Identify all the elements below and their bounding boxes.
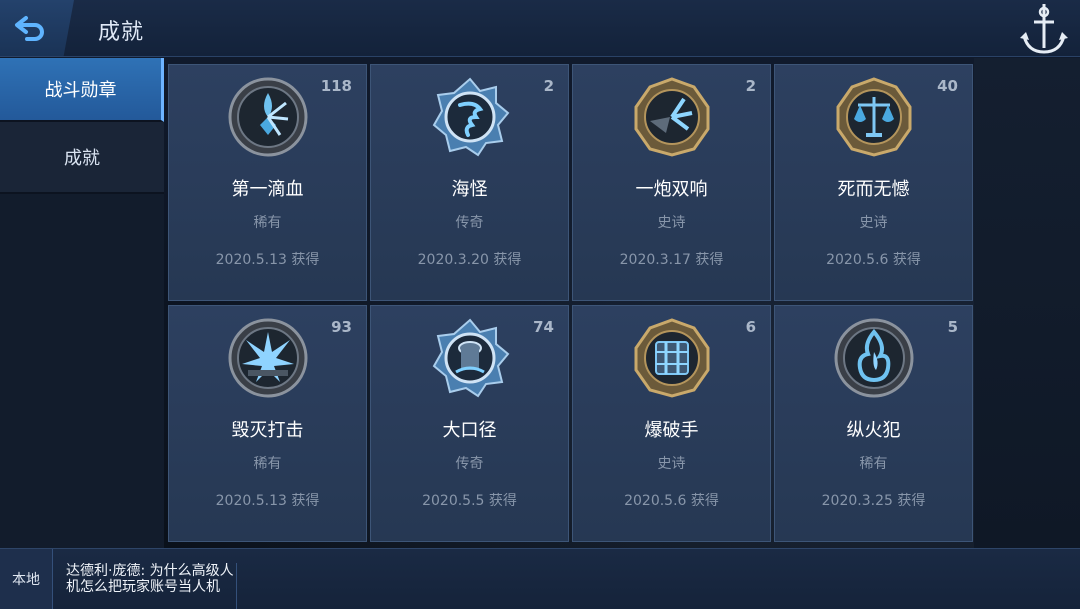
top-bar: 成就: [0, 0, 1080, 57]
medal-card[interactable]: 40 死而无憾 史诗 2020.5.6 获得: [774, 64, 973, 301]
medal-rarity: 史诗: [859, 215, 888, 231]
medal-card[interactable]: 74 大口径 传奇 2020.5.5 获得: [370, 305, 569, 542]
medal-card[interactable]: 2 海怪 传奇 2020.3.20 获得: [370, 64, 569, 301]
sea-monster-medal-icon: [432, 77, 509, 157]
medal-name: 纵火犯: [846, 420, 901, 441]
medal-count: 6: [745, 318, 756, 336]
medal-rarity: 稀有: [253, 456, 282, 472]
first-blood-medal-icon: [228, 77, 307, 157]
medal-rarity: 稀有: [859, 456, 888, 472]
sidebar-item-label: 战斗勋章: [44, 80, 117, 101]
medal-name: 一炮双响: [635, 179, 708, 200]
sidebar-item-achievements[interactable]: 成就: [0, 122, 164, 194]
medal-date: 2020.3.17 获得: [619, 252, 724, 268]
medal-date: 2020.5.6 获得: [624, 493, 719, 509]
scales-medal-icon: [836, 77, 911, 157]
medal-card[interactable]: 2 一炮双响 史诗 2020.3.17 获得: [572, 64, 771, 301]
medal-card[interactable]: 5 纵火犯 稀有 2020.3.25 获得: [774, 305, 973, 542]
medal-card[interactable]: 6 爆破手 史诗 2020.5.6 获得: [572, 305, 771, 542]
medal-date: 2020.5.13 获得: [215, 493, 320, 509]
medal-count: 74: [533, 318, 554, 336]
arsonist-medal-icon: [834, 318, 913, 398]
medal-rarity: 史诗: [657, 215, 686, 231]
medal-name: 毁灭打击: [231, 420, 304, 441]
medal-date: 2020.5.5 获得: [422, 493, 517, 509]
chat-channel-button[interactable]: 本地: [0, 549, 53, 609]
medal-name: 大口径: [442, 420, 497, 441]
medal-name: 海怪: [451, 179, 488, 200]
medal-name: 第一滴血: [231, 179, 304, 200]
medal-grid: 118 第一滴血 稀有 2020.5.13 获得 2 海怪 传奇 2020.3.…: [168, 64, 974, 544]
chat-bar: 本地 达德利·庞德: 为什么高级人机怎么把玩家账号当人机: [0, 548, 1080, 609]
devastating-strike-medal-icon: [228, 318, 307, 398]
medal-name: 死而无憾: [837, 179, 910, 200]
medal-name: 爆破手: [644, 420, 699, 441]
medal-count: 2: [745, 77, 756, 95]
medal-count: 93: [331, 318, 352, 336]
medal-date: 2020.5.13 获得: [215, 252, 320, 268]
back-button[interactable]: [0, 0, 74, 56]
sidebar: 战斗勋章 成就: [0, 58, 164, 548]
medal-count: 5: [947, 318, 958, 336]
anchor-icon[interactable]: [1016, 0, 1072, 60]
medal-card[interactable]: 118 第一滴血 稀有 2020.5.13 获得: [168, 64, 367, 301]
medal-rarity: 传奇: [455, 456, 484, 472]
medal-count: 40: [937, 77, 958, 95]
medal-card[interactable]: 93 毁灭打击 稀有 2020.5.13 获得: [168, 305, 367, 542]
medal-rarity: 传奇: [455, 215, 484, 231]
medal-count: 2: [543, 77, 554, 95]
medal-date: 2020.3.25 获得: [821, 493, 926, 509]
medal-count: 118: [320, 77, 352, 95]
sidebar-item-label: 成就: [64, 148, 100, 169]
big-caliber-medal-icon: [432, 318, 509, 398]
medal-rarity: 稀有: [253, 215, 282, 231]
back-arrow-icon: [15, 16, 44, 41]
medal-rarity: 史诗: [657, 456, 686, 472]
medal-date: 2020.3.20 获得: [417, 252, 522, 268]
sidebar-item-battle-medals[interactable]: 战斗勋章: [0, 58, 164, 122]
background-panel: [974, 58, 1080, 548]
double-shot-medal-icon: [634, 77, 709, 157]
page-title: 成就: [98, 20, 145, 45]
chat-message[interactable]: 达德利·庞德: 为什么高级人机怎么把玩家账号当人机: [58, 563, 237, 609]
medal-date: 2020.5.6 获得: [826, 252, 921, 268]
demolition-medal-icon: [634, 318, 709, 398]
